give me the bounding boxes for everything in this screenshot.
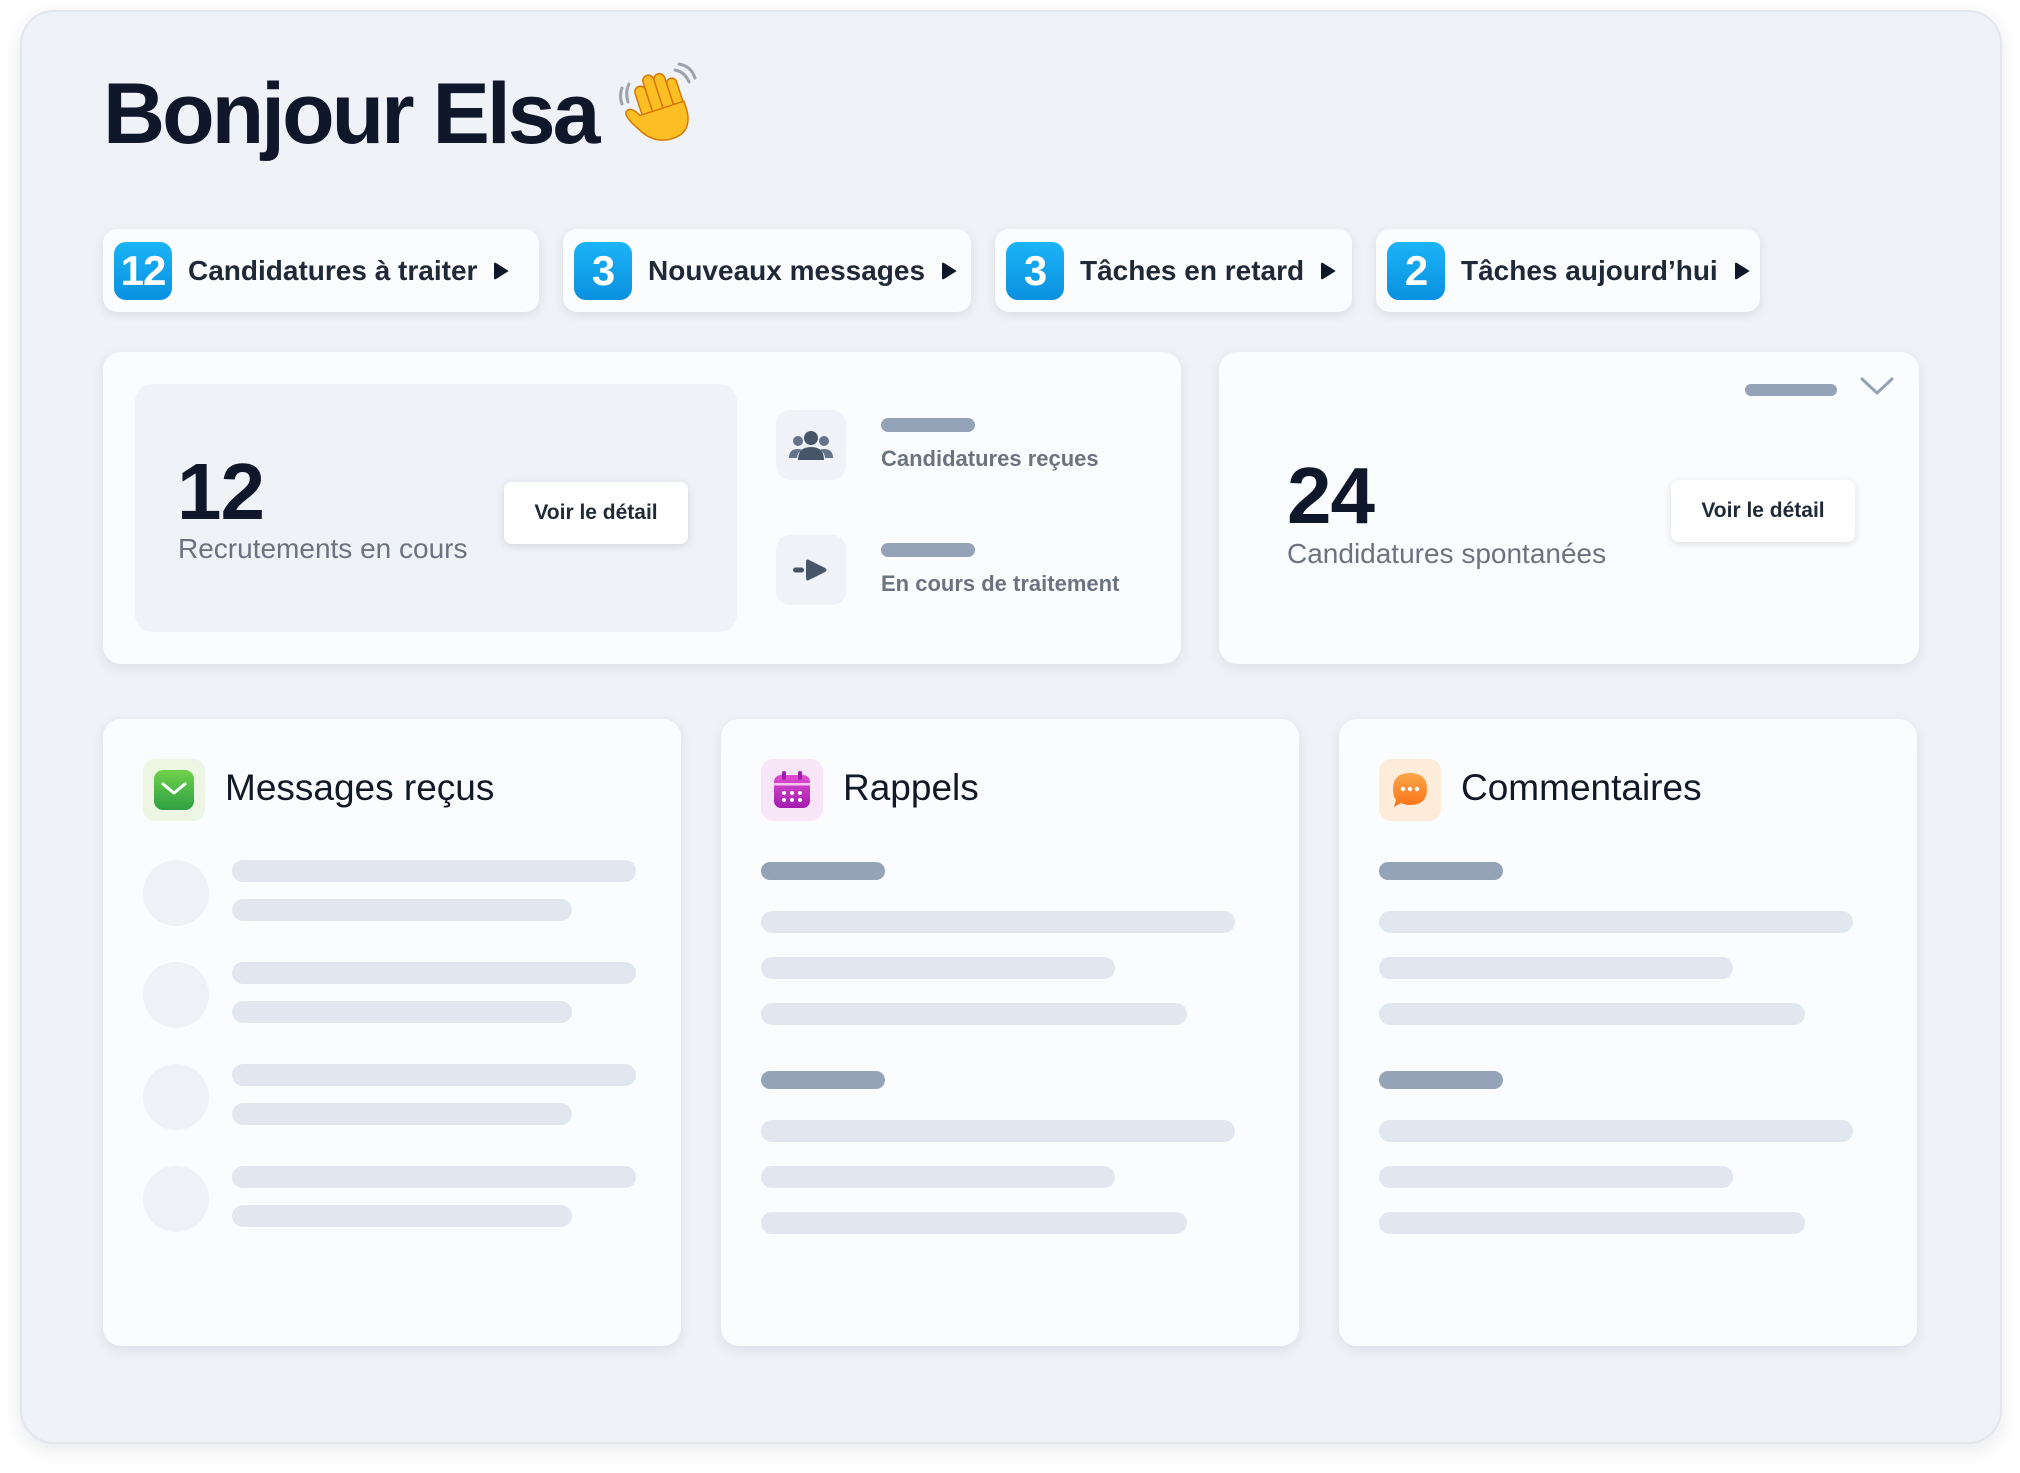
placeholder-bar <box>881 418 975 432</box>
view-detail-button[interactable]: Voir le détail <box>504 482 688 544</box>
group-icon <box>776 410 846 480</box>
chevron-down-icon[interactable] <box>1859 374 1895 403</box>
play-arrow-icon <box>941 261 959 281</box>
skeleton-heading <box>1379 1071 1503 1089</box>
play-arrow-icon <box>493 261 511 281</box>
shortcut-label: Tâches en retard <box>1080 254 1305 286</box>
comments-title: Commentaires <box>1461 767 1702 808</box>
calendar-icon <box>761 759 823 821</box>
skeleton-line <box>1379 1212 1805 1234</box>
count-badge: 3 <box>574 241 632 300</box>
recruitment-label: Recrutements en cours <box>178 533 468 564</box>
avatar-placeholder <box>143 962 209 1028</box>
shortcut-messages[interactable]: 3 Nouveaux messages <box>563 229 971 312</box>
spontaneous-count: 24 <box>1287 451 1375 540</box>
messages-title: Messages reçus <box>225 767 495 808</box>
skeleton-line <box>1379 911 1853 933</box>
avatar-placeholder <box>143 860 209 926</box>
play-arrow-icon <box>1734 261 1752 281</box>
envelope-icon <box>143 759 205 821</box>
skeleton-line <box>761 1166 1115 1188</box>
skeleton-line <box>761 1003 1187 1025</box>
skeleton-line <box>1379 1166 1733 1188</box>
skeleton-line <box>232 899 572 921</box>
avatar-placeholder <box>143 1064 209 1130</box>
messages-panel: Messages reçus <box>103 719 681 1346</box>
skeleton-heading <box>761 1071 885 1089</box>
shortcut-candidatures[interactable]: 12 Candidatures à traiter <box>103 229 539 312</box>
in-progress-label: En cours de traitement <box>881 571 1120 596</box>
arrow-right-icon <box>776 535 846 605</box>
chat-icon <box>1379 759 1441 821</box>
shortcut-label: Tâches aujourd’hui <box>1461 254 1718 286</box>
shortcut-label: Nouveaux messages <box>648 254 926 286</box>
skeleton-line <box>232 1166 636 1188</box>
skeleton-line <box>761 911 1235 933</box>
skeleton-line <box>232 1001 572 1023</box>
skeleton-heading <box>1379 862 1503 880</box>
comments-panel: Commentaires <box>1339 719 1917 1346</box>
skeleton-line <box>232 860 636 882</box>
spontaneous-card: 24 Candidatures spontanées Voir le détai… <box>1219 352 1919 664</box>
recruitment-card: 12 Recrutements en cours Voir le détail … <box>103 352 1181 664</box>
skeleton-line <box>232 1064 636 1086</box>
spontaneous-label: Candidatures spontanées <box>1287 538 1607 569</box>
skeleton-line <box>232 962 636 984</box>
reminders-title: Rappels <box>843 767 979 808</box>
recruitment-stat-box: 12 Recrutements en cours Voir le détail <box>135 384 737 632</box>
skeleton-line <box>1379 1003 1805 1025</box>
greeting-text: Bonjour Elsa <box>103 66 600 162</box>
reminders-panel: Rappels <box>721 719 1299 1346</box>
avatar-placeholder <box>143 1166 209 1232</box>
received-applications-label: Candidatures reçues <box>881 446 1099 471</box>
placeholder-bar <box>881 543 975 557</box>
skeleton-line <box>761 1212 1187 1234</box>
skeleton-line <box>232 1205 572 1227</box>
recruitment-count: 12 <box>177 447 265 536</box>
count-badge: 2 <box>1387 241 1445 300</box>
shortcut-late-tasks[interactable]: 3 Tâches en retard <box>995 229 1352 312</box>
waving-hand-icon <box>619 62 703 167</box>
skeleton-line <box>761 1120 1235 1142</box>
skeleton-line <box>1379 957 1733 979</box>
skeleton-line <box>232 1103 572 1125</box>
skeleton-heading <box>761 862 885 880</box>
count-badge: 3 <box>1006 241 1064 300</box>
count-badge: 12 <box>114 241 172 300</box>
greeting-heading: Bonjour Elsa <box>103 62 703 167</box>
shortcut-label: Candidatures à traiter <box>188 254 478 286</box>
shortcut-today-tasks[interactable]: 2 Tâches aujourd’hui <box>1376 229 1760 312</box>
view-detail-button[interactable]: Voir le détail <box>1671 480 1855 542</box>
placeholder-bar <box>1745 384 1837 396</box>
skeleton-line <box>761 957 1115 979</box>
play-arrow-icon <box>1320 261 1338 281</box>
skeleton-line <box>1379 1120 1853 1142</box>
